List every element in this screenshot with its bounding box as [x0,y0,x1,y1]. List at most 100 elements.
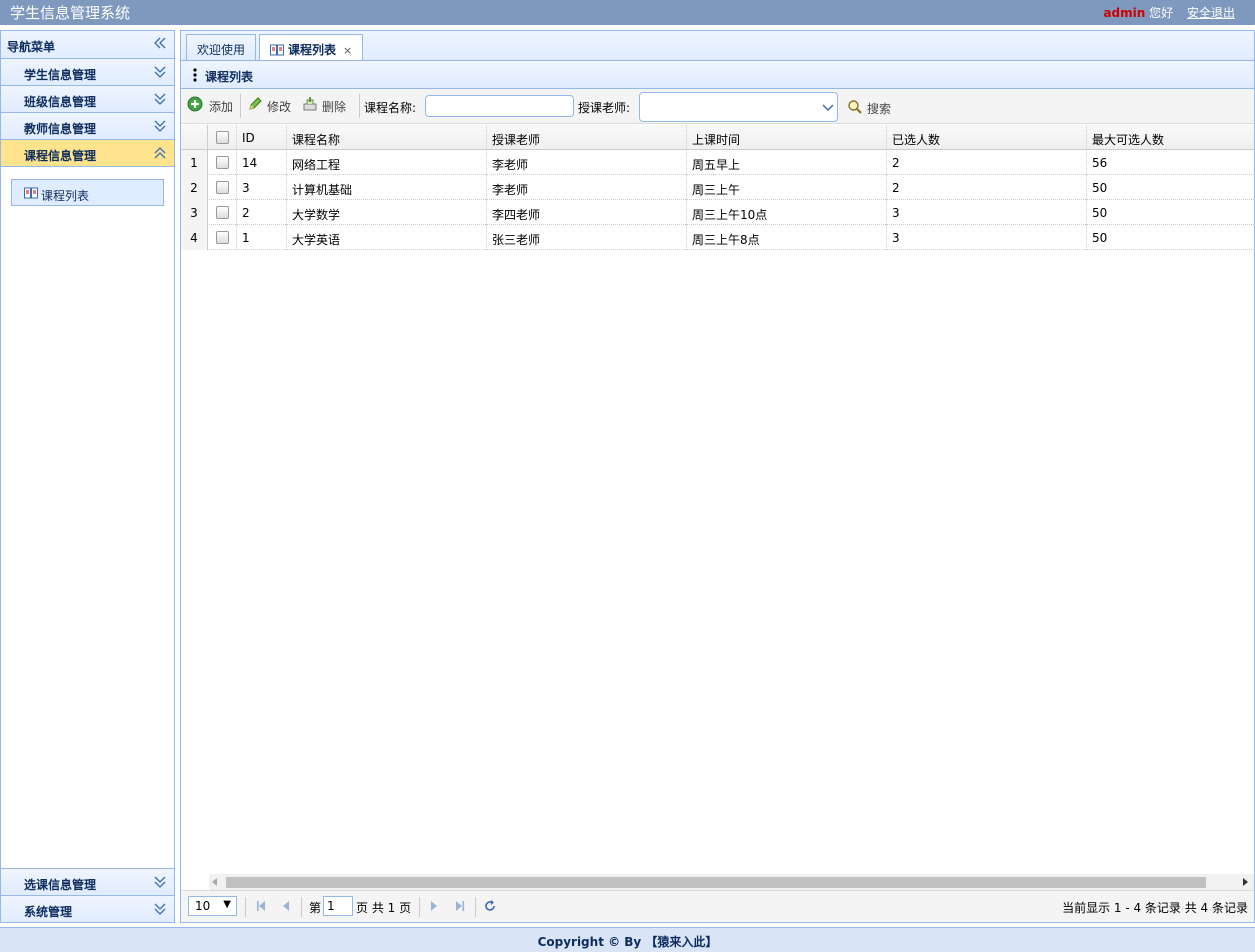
row-select-cell [208,200,237,225]
cell-teacher: 李老师 [487,150,687,175]
cell-id: 1 [237,225,287,250]
next-page-icon[interactable] [427,899,441,913]
add-button[interactable]: 添加 [187,96,237,116]
nav-link-course-list[interactable]: 课程列表 [11,179,164,206]
logout-link[interactable]: 安全退出 [1187,6,1235,20]
collapse-left-icon[interactable] [154,37,166,49]
vertical-dots-icon [193,68,197,82]
col-header-name[interactable]: 课程名称 [287,125,487,150]
col-header-time[interactable]: 上课时间 [687,125,887,150]
row-select-cell [208,150,237,175]
search-button[interactable]: 搜索 [847,96,897,116]
page-total: 页 共 1 页 [356,901,412,915]
row-checkbox[interactable] [216,206,229,219]
col-header-id[interactable]: ID [237,125,287,150]
col-header-teacher[interactable]: 授课老师 [487,125,687,150]
nav-section-selection[interactable]: 选课信息管理 [1,869,174,896]
scrollbar-thumb[interactable] [226,877,1206,888]
copyright-text: Copyright © By 【猿来入此】 [537,935,718,949]
row-number: 4 [181,225,208,250]
pager-separator [301,897,302,917]
first-page-icon[interactable] [254,899,268,913]
nav-section-course-body: 课程列表 [1,167,174,869]
table-row[interactable]: 3 2 大学数学 李四老师 周三上午10点 3 50 [181,200,1254,225]
course-name-input[interactable] [425,95,574,117]
delete-button[interactable]: 删除 [302,96,352,116]
cell-max: 50 [1087,175,1254,200]
cell-teacher: 李老师 [487,175,687,200]
nav-section-system[interactable]: 系统管理 [1,896,174,923]
delete-label: 删除 [322,100,347,114]
toolbar-separator [240,94,241,118]
refresh-icon[interactable] [483,899,497,913]
row-number: 1 [181,150,208,175]
chevron-down-icon[interactable] [819,93,837,121]
chevron-double-up-icon [154,147,166,159]
nav-section-label: 课程信息管理 [24,149,97,163]
cell-name: 大学数学 [287,200,487,225]
main-region: 欢迎使用 课程列表 × 课程列表 添加 修改 删除 课程名称: 授课老师: 搜索… [180,30,1255,923]
row-checkbox[interactable] [216,231,229,244]
nav-section-class[interactable]: 班级信息管理 [1,86,174,113]
pager-separator [419,897,420,917]
col-header-selected[interactable]: 已选人数 [887,125,1087,150]
last-page-icon[interactable] [453,899,467,913]
edit-button[interactable]: 修改 [247,96,297,116]
row-number: 2 [181,175,208,200]
cell-max: 50 [1087,200,1254,225]
tab-welcome[interactable]: 欢迎使用 [186,34,257,61]
cell-id: 3 [237,175,287,200]
nav-panel: 导航菜单 学生信息管理 班级信息管理 教师信息管理 课程信息管理 课程列表 选课… [0,30,175,923]
row-select-cell [208,225,237,250]
row-number: 3 [181,200,208,225]
course-list-panel: 课程列表 添加 修改 删除 课程名称: 授课老师: 搜索 ID 课程名称 授课老… [180,60,1255,923]
row-checkbox[interactable] [216,181,229,194]
cell-time: 周三上午 [687,175,887,200]
rownum-header [181,125,208,150]
page-size-value: 10 [195,899,211,913]
add-icon [187,96,203,112]
panel-title: 课程列表 [205,70,254,84]
tab-course-list[interactable]: 课程列表 × [259,34,364,62]
nav-section-teacher[interactable]: 教师信息管理 [1,113,174,140]
select-all-checkbox[interactable] [216,131,229,144]
course-name-label: 课程名称: [364,101,417,115]
panel-title-bar: 课程列表 [181,61,1254,89]
nav-section-course[interactable]: 课程信息管理 [1,140,174,167]
scroll-right-icon[interactable] [1243,878,1248,886]
add-label: 添加 [209,100,234,114]
cell-selected: 3 [887,225,1087,250]
chevron-double-down-icon [154,93,166,105]
nav-section-student[interactable]: 学生信息管理 [1,59,174,86]
book-icon [270,44,284,56]
cell-teacher: 李四老师 [487,200,687,225]
close-icon[interactable]: × [343,44,352,57]
table-row[interactable]: 1 14 网络工程 李老师 周五早上 2 56 [181,150,1254,175]
horizontal-scrollbar[interactable] [209,874,1254,890]
prev-page-icon[interactable] [279,899,293,913]
book-icon [24,187,38,199]
nav-section-label: 学生信息管理 [24,68,97,82]
nav-section-label: 选课信息管理 [24,878,97,892]
nav-section-label: 教师信息管理 [24,122,97,136]
nav-link-label: 课程列表 [41,189,90,203]
table-row[interactable]: 2 3 计算机基础 李老师 周三上午 2 50 [181,175,1254,200]
page-number-input[interactable] [323,896,353,916]
cell-time: 周五早上 [687,150,887,175]
cell-name: 大学英语 [287,225,487,250]
cell-selected: 3 [887,200,1087,225]
pager-separator [475,897,476,917]
row-checkbox[interactable] [216,156,229,169]
nav-section-label: 班级信息管理 [24,95,97,109]
search-icon [848,100,862,114]
cell-selected: 2 [887,175,1087,200]
page-size-select[interactable]: 10 ▼ [188,896,237,916]
nav-header: 导航菜单 [1,31,174,59]
pagination-bar: 10 ▼ 第 页 共 1 页 当前显示 1 - 4 条记录 共 4 条记录 [181,890,1254,922]
scroll-left-icon[interactable] [212,878,217,886]
table-row[interactable]: 4 1 大学英语 张三老师 周三上午8点 3 50 [181,225,1254,250]
col-header-max[interactable]: 最大可选人数 [1087,125,1254,150]
teacher-select[interactable] [639,92,838,122]
chevron-double-down-icon [154,120,166,132]
greeting: 您好 [1149,6,1174,20]
